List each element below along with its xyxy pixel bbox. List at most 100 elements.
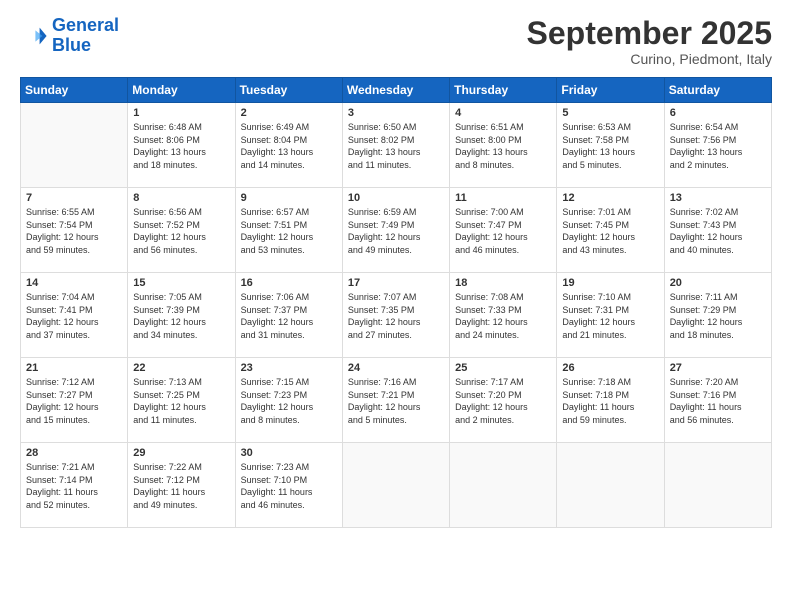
day-info: Sunrise: 7:02 AM Sunset: 7:43 PM Dayligh… xyxy=(670,206,766,256)
day-number: 7 xyxy=(26,192,122,204)
logo-text: General Blue xyxy=(52,16,119,56)
calendar-cell: 5 Sunrise: 6:53 AM Sunset: 7:58 PM Daylig… xyxy=(557,103,664,188)
day-info: Sunrise: 6:54 AM Sunset: 7:56 PM Dayligh… xyxy=(670,121,766,171)
day-number: 16 xyxy=(241,277,337,289)
calendar-week-row: 21 Sunrise: 7:12 AM Sunset: 7:27 PM Dayli… xyxy=(21,358,772,443)
day-number: 9 xyxy=(241,192,337,204)
calendar-cell: 17 Sunrise: 7:07 AM Sunset: 7:35 PM Dayli… xyxy=(342,273,449,358)
calendar-cell: 12Sunrise: 7:01 AM Sunset: 7:45 PM Dayli… xyxy=(557,188,664,273)
logo-line2: Blue xyxy=(52,35,91,55)
day-number: 23 xyxy=(241,362,337,374)
day-info: Sunrise: 7:12 AM Sunset: 7:27 PM Dayligh… xyxy=(26,376,122,426)
calendar-cell: 16 Sunrise: 7:06 AM Sunset: 7:37 PM Dayli… xyxy=(235,273,342,358)
day-info: Sunrise: 7:06 AM Sunset: 7:37 PM Dayligh… xyxy=(241,291,337,341)
day-info: Sunrise: 7:08 AM Sunset: 7:33 PM Dayligh… xyxy=(455,291,551,341)
day-info: Sunrise: 6:56 AM Sunset: 7:52 PM Dayligh… xyxy=(133,206,229,256)
calendar-cell: 3 Sunrise: 6:50 AM Sunset: 8:02 PM Daylig… xyxy=(342,103,449,188)
weekday-header: Friday xyxy=(557,78,664,103)
calendar-cell xyxy=(450,443,557,528)
day-info: Sunrise: 7:10 AM Sunset: 7:31 PM Dayligh… xyxy=(562,291,658,341)
day-info: Sunrise: 6:53 AM Sunset: 7:58 PM Dayligh… xyxy=(562,121,658,171)
day-number: 19 xyxy=(562,277,658,289)
calendar-cell: 18Sunrise: 7:08 AM Sunset: 7:33 PM Dayli… xyxy=(450,273,557,358)
day-info: Sunrise: 6:55 AM Sunset: 7:54 PM Dayligh… xyxy=(26,206,122,256)
calendar-cell: 29Sunrise: 7:22 AM Sunset: 7:12 PM Dayli… xyxy=(128,443,235,528)
day-number: 5 xyxy=(562,107,658,119)
calendar-cell: 4 Sunrise: 6:51 AM Sunset: 8:00 PM Daylig… xyxy=(450,103,557,188)
calendar-cell: 6 Sunrise: 6:54 AM Sunset: 7:56 PM Daylig… xyxy=(664,103,771,188)
location: Curino, Piedmont, Italy xyxy=(527,51,772,67)
calendar-cell: 22 Sunrise: 7:13 AM Sunset: 7:25 PM Dayli… xyxy=(128,358,235,443)
day-number: 29 xyxy=(133,447,229,459)
calendar-cell: 7 Sunrise: 6:55 AM Sunset: 7:54 PM Daylig… xyxy=(21,188,128,273)
calendar-cell xyxy=(664,443,771,528)
day-info: Sunrise: 7:11 AM Sunset: 7:29 PM Dayligh… xyxy=(670,291,766,341)
calendar-cell: 2 Sunrise: 6:49 AM Sunset: 8:04 PM Daylig… xyxy=(235,103,342,188)
day-number: 10 xyxy=(348,192,444,204)
calendar-cell: 1Sunrise: 6:48 AM Sunset: 8:06 PM Daylig… xyxy=(128,103,235,188)
calendar-cell: 9 Sunrise: 6:57 AM Sunset: 7:51 PM Daylig… xyxy=(235,188,342,273)
weekday-header: Thursday xyxy=(450,78,557,103)
calendar-cell xyxy=(342,443,449,528)
calendar-cell: 19 Sunrise: 7:10 AM Sunset: 7:31 PM Dayli… xyxy=(557,273,664,358)
day-number: 4 xyxy=(455,107,551,119)
weekday-header: Sunday xyxy=(21,78,128,103)
logo-icon xyxy=(20,22,48,50)
calendar-cell: 30Sunrise: 7:23 AM Sunset: 7:10 PM Dayli… xyxy=(235,443,342,528)
day-info: Sunrise: 7:15 AM Sunset: 7:23 PM Dayligh… xyxy=(241,376,337,426)
day-number: 27 xyxy=(670,362,766,374)
day-info: Sunrise: 6:51 AM Sunset: 8:00 PM Dayligh… xyxy=(455,121,551,171)
day-number: 28 xyxy=(26,447,122,459)
day-info: Sunrise: 6:57 AM Sunset: 7:51 PM Dayligh… xyxy=(241,206,337,256)
day-number: 17 xyxy=(348,277,444,289)
day-info: Sunrise: 7:20 AM Sunset: 7:16 PM Dayligh… xyxy=(670,376,766,426)
day-info: Sunrise: 7:04 AM Sunset: 7:41 PM Dayligh… xyxy=(26,291,122,341)
day-info: Sunrise: 7:23 AM Sunset: 7:10 PM Dayligh… xyxy=(241,461,337,511)
calendar-cell: 23 Sunrise: 7:15 AM Sunset: 7:23 PM Dayli… xyxy=(235,358,342,443)
calendar-cell: 25 Sunrise: 7:17 AM Sunset: 7:20 PM Dayli… xyxy=(450,358,557,443)
calendar-cell: 13 Sunrise: 7:02 AM Sunset: 7:43 PM Dayli… xyxy=(664,188,771,273)
day-number: 21 xyxy=(26,362,122,374)
day-number: 20 xyxy=(670,277,766,289)
month-title: September 2025 xyxy=(527,16,772,51)
day-info: Sunrise: 7:13 AM Sunset: 7:25 PM Dayligh… xyxy=(133,376,229,426)
day-info: Sunrise: 7:00 AM Sunset: 7:47 PM Dayligh… xyxy=(455,206,551,256)
day-number: 22 xyxy=(133,362,229,374)
day-info: Sunrise: 6:50 AM Sunset: 8:02 PM Dayligh… xyxy=(348,121,444,171)
calendar-cell: 26Sunrise: 7:18 AM Sunset: 7:18 PM Dayli… xyxy=(557,358,664,443)
calendar-cell: 14 Sunrise: 7:04 AM Sunset: 7:41 PM Dayli… xyxy=(21,273,128,358)
day-number: 8 xyxy=(133,192,229,204)
day-info: Sunrise: 7:21 AM Sunset: 7:14 PM Dayligh… xyxy=(26,461,122,511)
day-info: Sunrise: 7:07 AM Sunset: 7:35 PM Dayligh… xyxy=(348,291,444,341)
day-number: 13 xyxy=(670,192,766,204)
calendar-cell xyxy=(21,103,128,188)
calendar-cell: 27 Sunrise: 7:20 AM Sunset: 7:16 PM Dayli… xyxy=(664,358,771,443)
day-info: Sunrise: 6:59 AM Sunset: 7:49 PM Dayligh… xyxy=(348,206,444,256)
day-number: 6 xyxy=(670,107,766,119)
calendar-cell: 15 Sunrise: 7:05 AM Sunset: 7:39 PM Dayli… xyxy=(128,273,235,358)
calendar-cell: 28 Sunrise: 7:21 AM Sunset: 7:14 PM Dayli… xyxy=(21,443,128,528)
calendar-header-row: SundayMondayTuesdayWednesdayThursdayFrid… xyxy=(21,78,772,103)
day-number: 3 xyxy=(348,107,444,119)
day-number: 14 xyxy=(26,277,122,289)
weekday-header: Saturday xyxy=(664,78,771,103)
calendar-cell: 21 Sunrise: 7:12 AM Sunset: 7:27 PM Dayli… xyxy=(21,358,128,443)
calendar-week-row: 14 Sunrise: 7:04 AM Sunset: 7:41 PM Dayli… xyxy=(21,273,772,358)
calendar-cell: 8 Sunrise: 6:56 AM Sunset: 7:52 PM Daylig… xyxy=(128,188,235,273)
calendar-cell: 24Sunrise: 7:16 AM Sunset: 7:21 PM Dayli… xyxy=(342,358,449,443)
day-info: Sunrise: 7:17 AM Sunset: 7:20 PM Dayligh… xyxy=(455,376,551,426)
day-info: Sunrise: 7:05 AM Sunset: 7:39 PM Dayligh… xyxy=(133,291,229,341)
day-number: 26 xyxy=(562,362,658,374)
day-number: 25 xyxy=(455,362,551,374)
day-number: 15 xyxy=(133,277,229,289)
day-number: 2 xyxy=(241,107,337,119)
day-info: Sunrise: 6:48 AM Sunset: 8:06 PM Dayligh… xyxy=(133,121,229,171)
calendar-week-row: 7 Sunrise: 6:55 AM Sunset: 7:54 PM Daylig… xyxy=(21,188,772,273)
calendar-cell: 10 Sunrise: 6:59 AM Sunset: 7:49 PM Dayli… xyxy=(342,188,449,273)
title-block: September 2025 Curino, Piedmont, Italy xyxy=(527,16,772,67)
page: General Blue September 2025 Curino, Pied… xyxy=(0,0,792,612)
day-number: 11 xyxy=(455,192,551,204)
weekday-header: Tuesday xyxy=(235,78,342,103)
logo: General Blue xyxy=(20,16,119,56)
day-info: Sunrise: 6:49 AM Sunset: 8:04 PM Dayligh… xyxy=(241,121,337,171)
